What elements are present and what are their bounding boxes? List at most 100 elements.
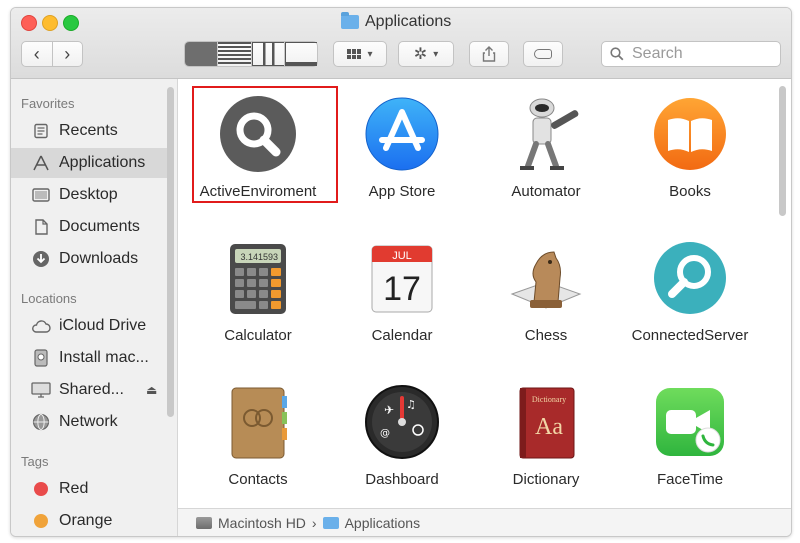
app-item-dashboard[interactable]: ✈ ♫ @ Dashboard [327,372,477,502]
app-item-automator[interactable]: Automator [471,84,621,214]
column-view-button[interactable] [251,42,285,66]
downloads-icon [31,250,51,268]
hard-disk-icon [196,517,212,529]
app-item-books[interactable]: Books [615,84,765,214]
red-tag-dot [34,482,48,496]
globe-icon [31,413,51,431]
grid-icon [347,49,362,59]
path-folder[interactable]: Applications [345,515,421,531]
chevron-down-icon: ▾ [367,48,373,60]
close-button[interactable] [21,15,37,31]
calendar-month-text: JUL [392,250,412,262]
zoom-button[interactable] [63,15,79,31]
magnifier-dark-icon [220,96,296,172]
app-item-calculator[interactable]: 3.141593 Calculator [183,228,333,358]
icon-view-button[interactable] [185,42,219,66]
sidebar-item-tag-orange[interactable]: Orange [11,506,167,536]
sidebar-item-downloads[interactable]: Downloads [11,244,167,274]
app-label: Automator [511,183,581,200]
sidebar-item-recents[interactable]: Recents [11,116,167,146]
path-disk[interactable]: Macintosh HD [218,515,306,531]
eject-icon[interactable]: ⏏ [146,383,157,397]
app-item-calendar[interactable]: JUL 17 Calendar [327,228,477,358]
sidebar-item-shared[interactable]: Shared... ⏏ [11,375,167,405]
sidebar-item-label: Shared... [59,381,124,398]
folder-icon [341,12,359,29]
sidebar-item-label: Documents [59,218,140,235]
sidebar-scrollbar[interactable] [167,87,174,417]
sidebar-item-label: Orange [59,512,113,529]
sidebar-item-label: Red [59,480,89,497]
app-label: Contacts [228,471,288,488]
sidebar-item-install-mac[interactable]: Install mac... [11,343,167,373]
app-label: Dashboard [365,471,439,488]
app-item-facetime[interactable]: FaceTime [615,372,765,502]
calculator-display-text: 3.141593 [240,252,278,262]
search-input[interactable] [630,44,774,64]
path-separator: › [311,515,317,531]
books-icon [654,98,726,170]
app-item-activeenviroment[interactable]: ActiveEnviroment [183,84,338,214]
path-bar: Macintosh HD › Applications [178,508,791,536]
back-button[interactable]: ‹ [22,42,53,66]
sidebar-item-label: Applications [59,154,146,171]
app-item-chess[interactable]: Chess [471,228,621,358]
dictionary-icon: Dictionary Aa [519,387,575,459]
dashboard-icon: ✈ ♫ @ [365,385,439,459]
sidebar-item-desktop[interactable]: Desktop [11,180,167,210]
search-field[interactable] [601,41,781,67]
sidebar-item-icloud-drive[interactable]: iCloud Drive [11,311,167,341]
gallery-icon [284,42,317,66]
documents-icon [31,218,51,236]
sidebar-item-tag-red[interactable]: Red [11,474,167,504]
desktop-icon [31,186,51,204]
group-by-button[interactable]: ▾ [333,41,387,67]
app-item-connectedserver[interactable]: ConnectedServer [615,228,765,358]
edit-tags-button[interactable] [523,41,563,67]
columns-icon [251,42,284,66]
action-menu-button[interactable]: ✲ ▾ [398,41,454,67]
app-label: ActiveEnviroment [199,183,317,200]
content-scrollbar[interactable] [779,86,786,216]
app-label: Books [669,183,711,200]
gallery-view-button[interactable] [284,42,317,66]
forward-button[interactable]: › [53,42,83,66]
sidebar-header-favorites: Favorites [21,96,75,111]
minimize-button[interactable] [42,15,58,31]
dictionary-cover-text: Dictionary [532,395,566,404]
title-bar: Applications ‹ › ▾ ✲ ▾ [11,8,791,79]
automator-robot-icon [520,98,579,170]
display-icon [31,381,51,399]
cloud-icon [31,317,51,335]
app-label: Chess [524,327,568,344]
calendar-icon: JUL 17 [371,245,433,313]
app-item-dictionary[interactable]: Dictionary Aa Dictionary [471,372,621,502]
dictionary-glyph-text: Aa [535,414,563,440]
applications-icon [31,154,51,172]
tag-icon [534,49,552,59]
magnifier-teal-icon [654,242,726,314]
sidebar-item-label: Network [59,413,118,430]
calendar-day-text: 17 [383,270,421,308]
sidebar-item-label: Desktop [59,186,118,203]
sidebar-item-network[interactable]: Network [11,407,167,437]
share-button[interactable] [469,41,509,67]
window-title-text: Applications [365,13,452,30]
app-item-contacts[interactable]: Contacts [183,372,333,502]
sidebar-item-label: Downloads [59,250,139,267]
contacts-icon [231,387,287,459]
app-label: Dictionary [512,471,580,488]
sidebar-item-applications[interactable]: Applications [11,148,167,178]
navigation-buttons: ‹ › [21,41,83,67]
list-view-button[interactable] [218,42,252,66]
sidebar-item-documents[interactable]: Documents [11,212,167,242]
folder-icon [322,517,339,529]
chevron-down-icon: ▾ [433,48,439,60]
app-item-app-store[interactable]: App Store [327,84,477,214]
app-label: Calculator [224,327,292,344]
file-grid: ActiveEnviroment App Store Automator Boo… [178,79,791,509]
sidebar-item-label: iCloud Drive [59,317,147,334]
svg-text:@: @ [380,428,390,439]
gear-icon: ✲ [413,46,428,63]
app-label: Calendar [371,327,433,344]
